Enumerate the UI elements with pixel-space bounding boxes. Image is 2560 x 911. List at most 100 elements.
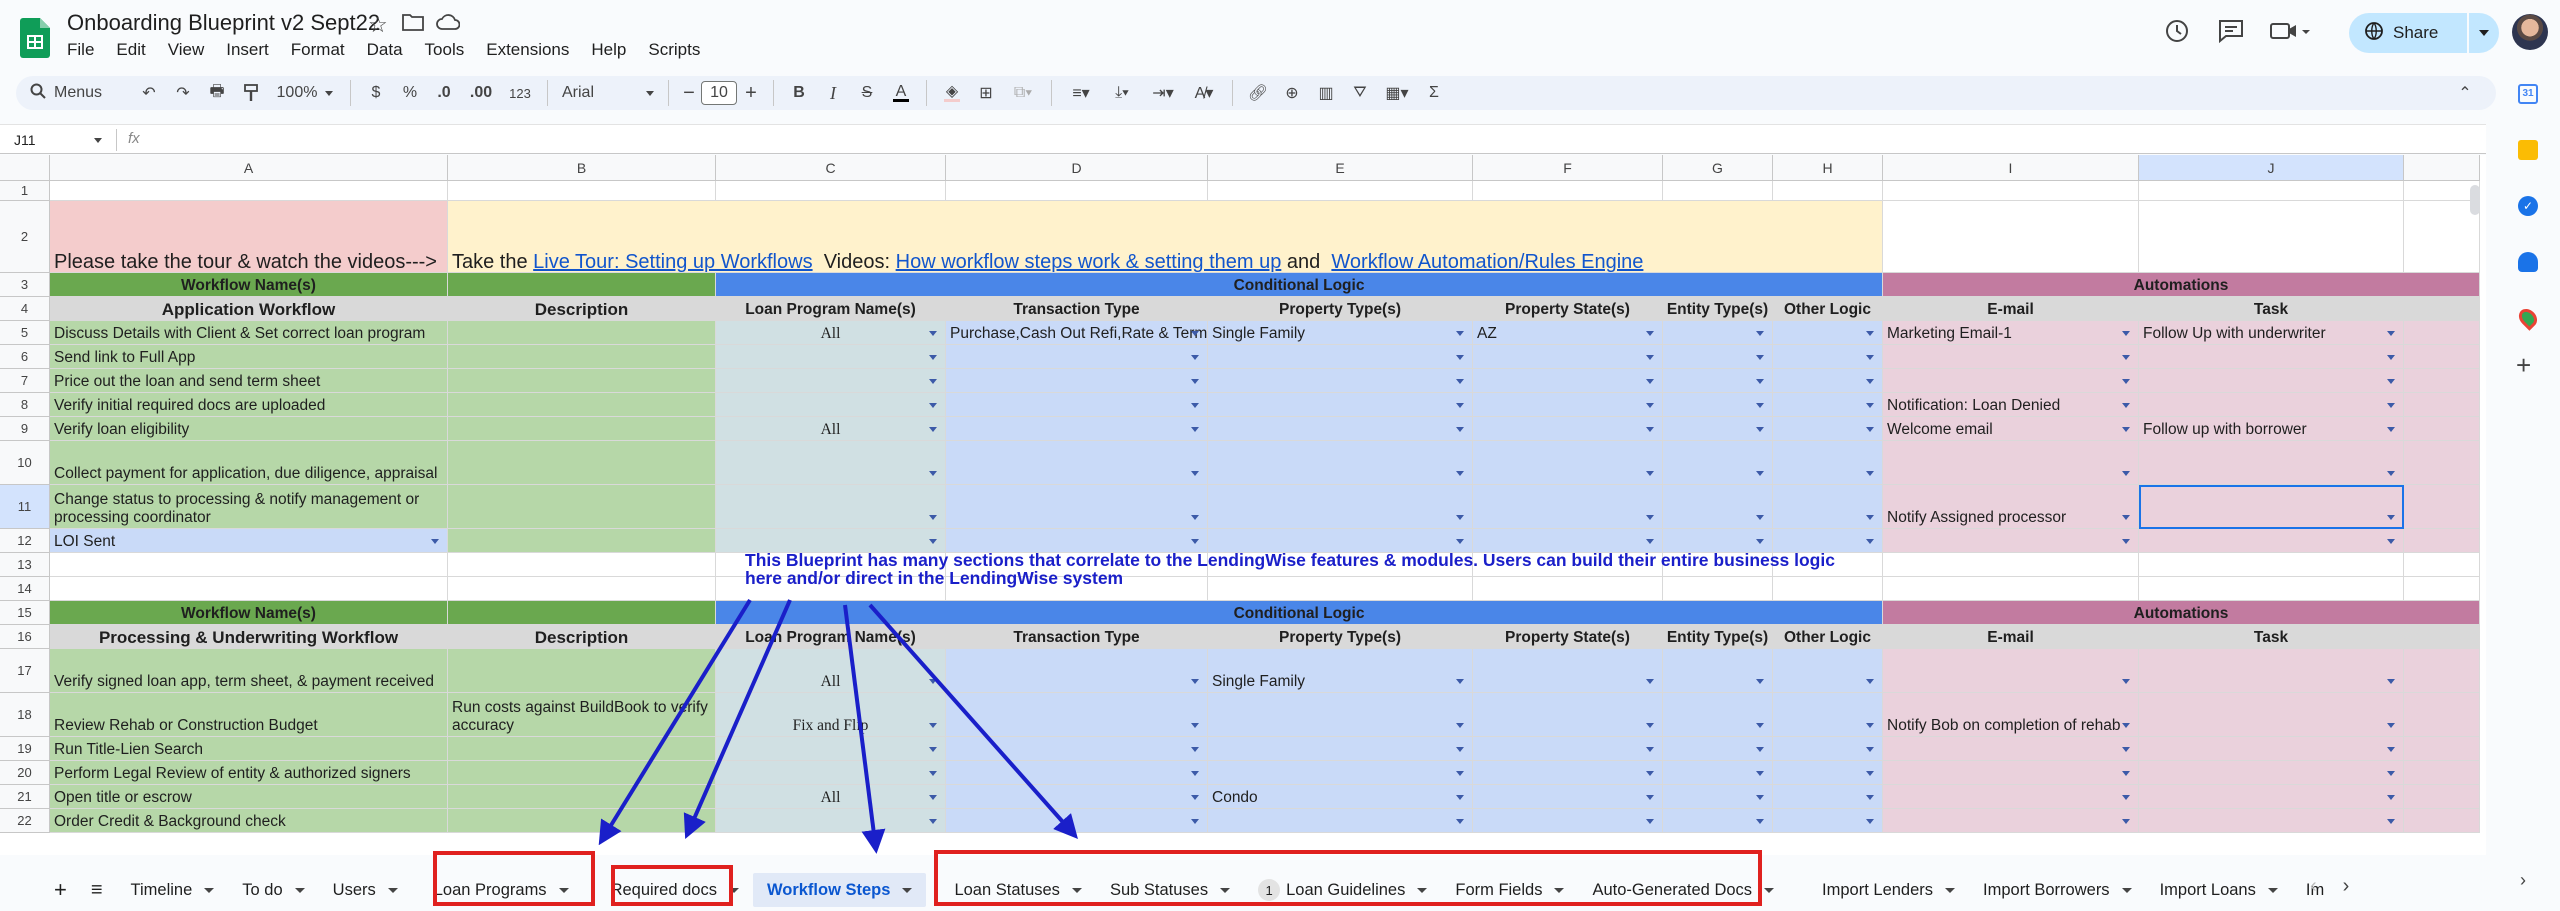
property-type-select[interactable] bbox=[1208, 485, 1473, 529]
loan-program-select[interactable]: Fix and Flip bbox=[716, 693, 946, 737]
row-header-13[interactable]: 13 bbox=[0, 553, 50, 577]
property-state-select[interactable] bbox=[1473, 417, 1663, 441]
property-state-select[interactable] bbox=[1473, 785, 1663, 809]
cell-r2[interactable] bbox=[2404, 201, 2480, 273]
blank-cell[interactable] bbox=[50, 553, 448, 577]
loan-program-select[interactable] bbox=[716, 737, 946, 761]
other-logic-select[interactable] bbox=[1773, 321, 1883, 345]
email-select[interactable] bbox=[1883, 345, 2139, 369]
workflow-step-name[interactable]: LOI Sent bbox=[50, 529, 448, 553]
live-tour-link[interactable]: Live Tour: Setting up Workflows bbox=[533, 252, 812, 272]
description-cell[interactable] bbox=[448, 761, 716, 785]
row-header-15[interactable]: 15 bbox=[0, 601, 50, 625]
transaction-type-select[interactable] bbox=[946, 737, 1208, 761]
other-logic-select[interactable] bbox=[1773, 649, 1883, 693]
entity-type-select[interactable] bbox=[1663, 761, 1773, 785]
italic-icon[interactable]: I bbox=[816, 77, 850, 109]
sheet-tab-workflow-steps[interactable]: Workflow Steps bbox=[752, 873, 927, 907]
workflow-names-header[interactable]: Workflow Name(s) bbox=[50, 601, 448, 625]
transaction-type-select[interactable] bbox=[946, 345, 1208, 369]
property-type-header[interactable]: Property Type(s) bbox=[1208, 297, 1473, 321]
borders-icon[interactable]: ⊞ bbox=[969, 77, 1003, 109]
workflow-step-name[interactable]: Review Rehab or Construction Budget bbox=[50, 693, 448, 737]
workflow-step-name[interactable]: Run Title-Lien Search bbox=[50, 737, 448, 761]
row-header-20[interactable]: 20 bbox=[0, 761, 50, 785]
loan-program-select[interactable]: All bbox=[716, 649, 946, 693]
transaction-type-select[interactable]: Purchase,Cash Out Refi,Rate & Term bbox=[946, 321, 1208, 345]
get-addons-icon[interactable]: + bbox=[2516, 350, 2531, 381]
blank-cell[interactable] bbox=[50, 577, 448, 601]
fill-color-icon[interactable]: ◈ bbox=[935, 77, 969, 109]
entity-type-select[interactable] bbox=[1663, 345, 1773, 369]
property-state-header[interactable]: Property State(s) bbox=[1473, 625, 1663, 649]
row-header-6[interactable]: 6 bbox=[0, 345, 50, 369]
transaction-type-select[interactable] bbox=[946, 809, 1208, 833]
sheet-tab-import-loans[interactable]: Import Loans bbox=[2146, 873, 2292, 907]
workflow-step-name[interactable]: Order Credit & Background check bbox=[50, 809, 448, 833]
transaction-type-select[interactable] bbox=[946, 485, 1208, 529]
font-size-decrease-button[interactable]: − bbox=[677, 77, 701, 109]
row-header-17[interactable]: 17 bbox=[0, 649, 50, 693]
comments-icon[interactable] bbox=[2218, 19, 2244, 43]
section-header-blank[interactable] bbox=[448, 601, 716, 625]
filter-icon[interactable]: ⛛ bbox=[1343, 77, 1377, 109]
email-select[interactable] bbox=[1883, 761, 2139, 785]
workflow-step-name[interactable]: Verify initial required docs are uploade… bbox=[50, 393, 448, 417]
font-select[interactable]: Arial bbox=[556, 77, 660, 109]
description-cell[interactable] bbox=[448, 809, 716, 833]
automation-blank[interactable] bbox=[2404, 809, 2480, 833]
automation-blank[interactable] bbox=[2404, 785, 2480, 809]
task-header[interactable]: Task bbox=[2139, 625, 2404, 649]
column-header-b[interactable]: B bbox=[448, 155, 716, 181]
automation-blank[interactable] bbox=[2404, 485, 2480, 529]
loan-program-select[interactable] bbox=[716, 369, 946, 393]
text-wrapping-icon[interactable]: ⇥▾ bbox=[1142, 77, 1184, 109]
undo-icon[interactable]: ↶ bbox=[132, 77, 166, 109]
row-header-19[interactable]: 19 bbox=[0, 737, 50, 761]
property-type-select[interactable] bbox=[1208, 417, 1473, 441]
comment-icon[interactable]: ⊕ bbox=[1275, 77, 1309, 109]
property-state-select[interactable] bbox=[1473, 345, 1663, 369]
menu-scripts[interactable]: Scripts bbox=[648, 40, 700, 60]
cell-r1[interactable] bbox=[946, 181, 1208, 201]
transaction-type-select[interactable] bbox=[946, 441, 1208, 485]
property-state-select[interactable] bbox=[1473, 649, 1663, 693]
percent-format-button[interactable]: % bbox=[393, 77, 427, 109]
email-select[interactable] bbox=[1883, 737, 2139, 761]
transaction-type-select[interactable] bbox=[946, 761, 1208, 785]
formula-input[interactable] bbox=[160, 130, 2460, 150]
text-rotation-icon[interactable]: A̸▾ bbox=[1184, 77, 1224, 109]
property-state-select[interactable] bbox=[1473, 737, 1663, 761]
cell-r1[interactable] bbox=[716, 181, 946, 201]
horizontal-align-icon[interactable]: ≡▾ bbox=[1060, 77, 1102, 109]
description-cell[interactable] bbox=[448, 369, 716, 393]
share-dropdown-button[interactable] bbox=[2469, 13, 2499, 53]
workflow-step-name[interactable]: Perform Legal Review of entity & authori… bbox=[50, 761, 448, 785]
task-select[interactable] bbox=[2139, 785, 2404, 809]
loan-program-select[interactable]: All bbox=[716, 417, 946, 441]
property-type-select[interactable] bbox=[1208, 809, 1473, 833]
sheets-logo[interactable] bbox=[20, 18, 50, 58]
column-header-f[interactable]: F bbox=[1473, 155, 1663, 181]
row-header-8[interactable]: 8 bbox=[0, 393, 50, 417]
workflow-step-name[interactable]: Send link to Full App bbox=[50, 345, 448, 369]
calendar-icon[interactable]: 31 bbox=[2518, 84, 2538, 104]
other-logic-select[interactable] bbox=[1773, 761, 1883, 785]
cell-r2[interactable] bbox=[1883, 201, 2139, 273]
automation-blank[interactable] bbox=[2404, 345, 2480, 369]
other-logic-select[interactable] bbox=[1773, 345, 1883, 369]
entity-type-select[interactable] bbox=[1663, 417, 1773, 441]
task-select[interactable] bbox=[2139, 761, 2404, 785]
entity-type-select[interactable] bbox=[1663, 737, 1773, 761]
transaction-type-select[interactable] bbox=[946, 393, 1208, 417]
more-formats-button[interactable]: 123 bbox=[501, 77, 539, 109]
text-color-icon[interactable]: A bbox=[884, 77, 918, 109]
transaction-type-header[interactable]: Transaction Type bbox=[946, 625, 1208, 649]
description-cell[interactable] bbox=[448, 649, 716, 693]
row-header-18[interactable]: 18 bbox=[0, 693, 50, 737]
description-cell[interactable] bbox=[448, 529, 716, 553]
entity-type-select[interactable] bbox=[1663, 649, 1773, 693]
collapse-toolbar-icon[interactable]: ⌃ bbox=[2450, 77, 2480, 109]
menu-file[interactable]: File bbox=[67, 40, 94, 60]
transaction-type-select[interactable] bbox=[946, 417, 1208, 441]
